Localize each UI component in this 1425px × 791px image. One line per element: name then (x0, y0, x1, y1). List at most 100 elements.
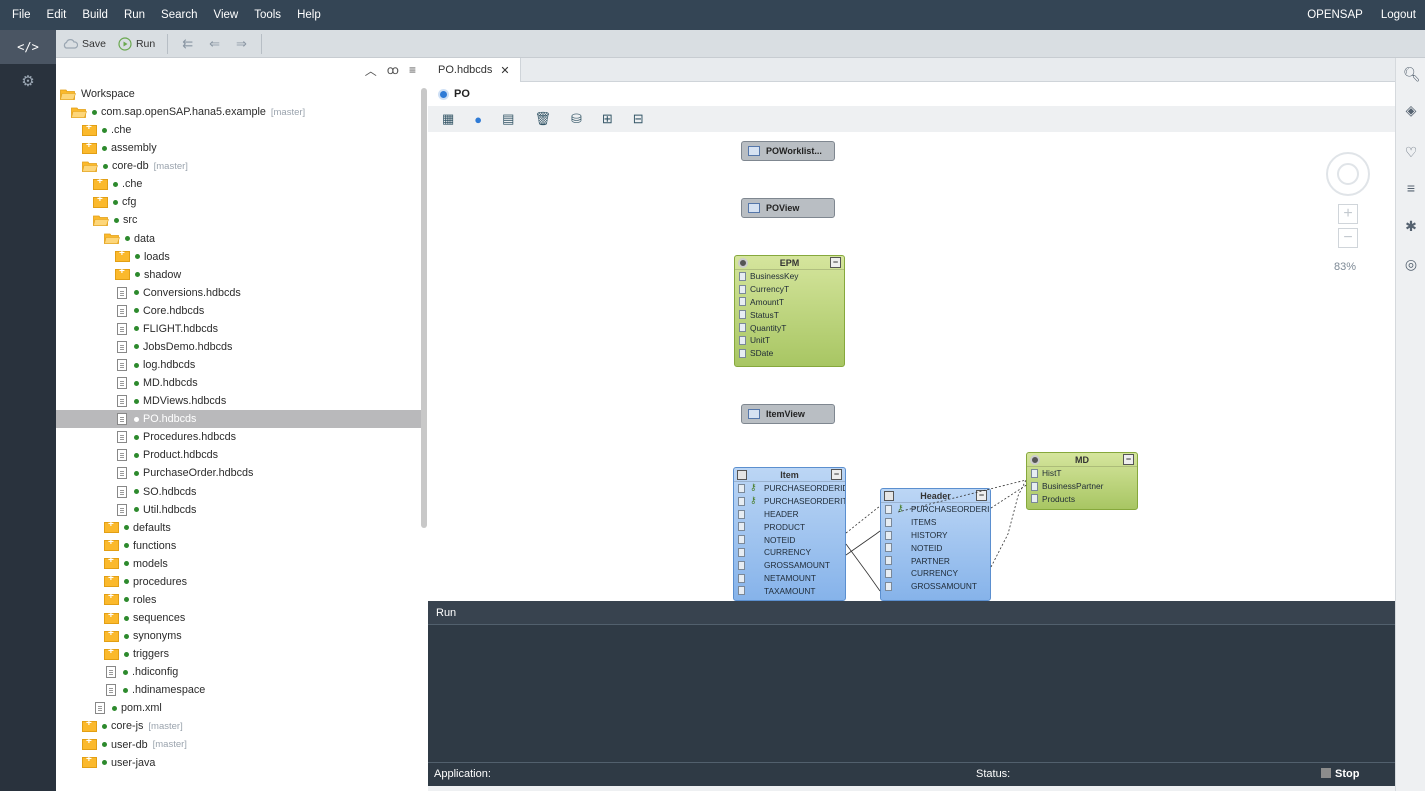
forward-icon[interactable]: ⇒ (236, 36, 247, 52)
tree-menu-icon[interactable]: ≡ (409, 63, 416, 77)
tree-folder-item[interactable]: com.sap.openSAP.hana5.example [master] (56, 103, 305, 121)
git-status-dot (113, 199, 118, 205)
editor-tab[interactable]: PO.hdbcds ✕ (428, 58, 521, 82)
tree-file-item[interactable]: .hdinamespace (56, 681, 205, 699)
user-name[interactable]: OPENSAP (1298, 9, 1372, 21)
tree-file-item[interactable]: FLIGHT.hdbcds (56, 320, 218, 338)
tree-item-label: PO.hdbcds (143, 413, 197, 426)
diagram-canvas[interactable]: POWorklist... POView ItemView EPM − Busi… (428, 134, 1395, 601)
tree-folder-item[interactable]: data (56, 230, 155, 248)
tree-item-label: core-js (111, 720, 144, 733)
tree-folder-item[interactable]: triggers (56, 645, 169, 663)
debug-icon[interactable]: ✱ (1403, 218, 1419, 234)
tree-folder-item[interactable]: procedures (56, 573, 187, 591)
tree-file-item[interactable]: PurchaseOrder.hdbcds (56, 464, 253, 482)
tree-item-label: log.hdbcds (143, 359, 196, 372)
logout-link[interactable]: Logout (1372, 9, 1425, 21)
document-icon[interactable]: ▤ (502, 111, 514, 127)
tree-file-item[interactable]: MD.hdbcds (56, 374, 198, 392)
expand-all-icon[interactable]: ⊞ (602, 111, 613, 127)
tree-item-label: SO.hdbcds (143, 485, 197, 498)
tree-file-item[interactable]: MDViews.hdbcds (56, 392, 226, 410)
tree-file-item[interactable]: log.hdbcds (56, 356, 195, 374)
collapse-all-icon[interactable]: ⊟ (633, 111, 644, 127)
lightbulb-icon[interactable]: ♡ (1403, 144, 1419, 160)
tree-file-item[interactable]: Conversions.hdbcds (56, 284, 241, 302)
tree-item-label: assembly (111, 142, 157, 155)
tree-item-label: shadow (144, 268, 182, 281)
menu-search[interactable]: Search (153, 9, 205, 21)
tree-file-item[interactable]: Core.hdbcds (56, 302, 204, 320)
tree-item-label: cfg (122, 196, 137, 209)
folder-icon (82, 736, 97, 751)
link-with-editor-icon[interactable]: ꝏ (387, 63, 399, 77)
menu-help[interactable]: Help (289, 9, 329, 21)
menu-edit[interactable]: Edit (39, 9, 75, 21)
close-icon[interactable]: ✕ (500, 64, 509, 77)
back-icon[interactable]: ⇐ (209, 36, 220, 52)
api-icon[interactable]: ◎ (1403, 256, 1419, 272)
tree-file-item[interactable]: .hdiconfig (56, 663, 178, 681)
tree-file-item[interactable]: Procedures.hdbcds (56, 428, 236, 446)
git-icon[interactable]: ◈ (1403, 102, 1419, 118)
tree-folder-item[interactable]: roles (56, 591, 156, 609)
menu-tools[interactable]: Tools (246, 9, 289, 21)
tree-folder-item[interactable]: core-db [master] (56, 157, 188, 175)
tree-folder-item[interactable]: sequences (56, 609, 185, 627)
delete-icon[interactable]: 🗑 (534, 111, 551, 127)
search-icon[interactable]: 🔍︎ (1403, 66, 1421, 82)
tree-folder-item[interactable]: user-java (56, 754, 155, 772)
last-edit-location-icon[interactable]: ⇇ (182, 36, 193, 52)
run-button[interactable]: Run (112, 33, 161, 55)
auto-layout-icon[interactable]: ⛁ (571, 111, 582, 127)
menu-view[interactable]: View (205, 9, 246, 21)
tree-item-label: core-db (112, 160, 149, 173)
context-icon (438, 88, 449, 100)
tree-folder-item[interactable]: synonyms (56, 627, 182, 645)
entity-icon[interactable]: ▦ (442, 111, 454, 127)
tree-item-label: FLIGHT.hdbcds (143, 322, 219, 335)
context-add-icon[interactable]: ● (474, 112, 482, 127)
save-button[interactable]: Save (56, 33, 112, 55)
tree-folder-item[interactable]: functions (56, 537, 176, 555)
collapse-icon[interactable]: ︿ (365, 62, 377, 79)
tree-folder-item[interactable]: .che (56, 175, 142, 193)
tree-scrollbar[interactable] (421, 88, 427, 528)
tree-folder-item[interactable]: loads (56, 248, 170, 266)
tree-folder-item[interactable]: defaults (56, 519, 171, 537)
tree-folder-item[interactable]: shadow (56, 266, 181, 284)
tree-file-item[interactable]: PO.hdbcds (56, 410, 421, 429)
menu-file[interactable]: File (0, 9, 39, 21)
menu-run[interactable]: Run (116, 9, 153, 21)
tree-folder-item[interactable]: src (56, 211, 137, 229)
file-icon (117, 503, 127, 516)
tree-file-item[interactable]: SO.hdbcds (56, 483, 196, 501)
tree-folder-item[interactable]: user-db [master] (56, 736, 187, 754)
gear-icon: ⚙ (21, 73, 35, 90)
tree-folder-item[interactable]: cfg (56, 193, 136, 211)
pan-control[interactable] (1326, 152, 1370, 196)
tree-file-item[interactable]: JobsDemo.hdbcds (56, 338, 232, 356)
git-status-dot (134, 470, 139, 476)
zoom-out-button[interactable]: − (1338, 228, 1358, 248)
tree-file-item[interactable]: pom.xml (56, 699, 162, 717)
folder-icon (82, 122, 97, 136)
cloud-icon (63, 39, 78, 49)
development-perspective-button[interactable]: </> (0, 30, 56, 64)
tree-folder-item[interactable]: core-js [master] (56, 717, 183, 735)
git-status-dot (124, 615, 129, 621)
git-status-dot (102, 723, 107, 729)
stop-button[interactable]: Stop (1321, 768, 1359, 780)
tree-folder-item[interactable]: assembly (56, 139, 157, 157)
tree-folder-item[interactable]: Workspace (56, 85, 135, 103)
tree-folder-item[interactable]: .che (56, 121, 131, 139)
outline-icon[interactable]: ≡ (1403, 180, 1419, 196)
zoom-in-button[interactable]: + (1338, 204, 1358, 224)
tree-folder-item[interactable]: models (56, 555, 168, 573)
tree-file-item[interactable]: Product.hdbcds (56, 446, 218, 464)
menu-build[interactable]: Build (74, 9, 116, 21)
tree-item-label: triggers (133, 648, 170, 661)
git-status-dot (135, 254, 140, 260)
tree-file-item[interactable]: Util.hdbcds (56, 501, 196, 519)
settings-perspective-button[interactable]: ⚙ (0, 64, 56, 98)
